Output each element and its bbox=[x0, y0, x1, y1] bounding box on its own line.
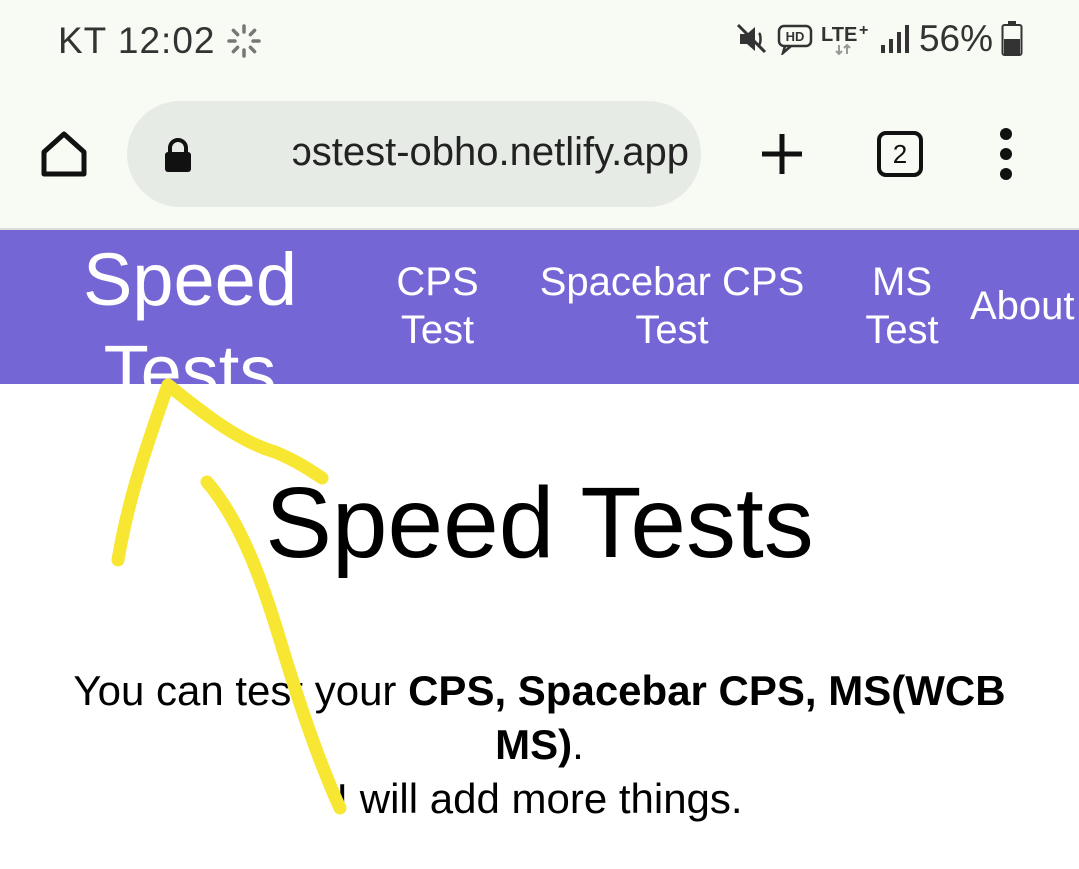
nav-spacebar-cps-test[interactable]: Spacebar CPS Test bbox=[536, 258, 808, 354]
hd-voice-icon: HD bbox=[777, 24, 813, 55]
lock-icon bbox=[165, 138, 191, 172]
status-time: KT 12:02 bbox=[58, 20, 216, 61]
plus-icon[interactable] bbox=[756, 128, 808, 180]
intro-suffix: . bbox=[572, 721, 584, 768]
mute-icon bbox=[736, 23, 766, 54]
browser-toolbar: ɔstest-obho.netlify.app 2 bbox=[0, 82, 1079, 230]
status-bar: KT 12:02 HD LTE + 56% bbox=[0, 0, 1079, 82]
more-vert-icon[interactable] bbox=[992, 126, 1020, 182]
brand-link[interactable]: Speed Tests bbox=[70, 234, 310, 418]
sync-icon bbox=[227, 24, 261, 58]
signal-icon bbox=[880, 25, 909, 53]
intro-prefix: You can test your bbox=[73, 667, 409, 714]
intro-text: You can test your CPS, Spacebar CPS, MS(… bbox=[30, 664, 1049, 826]
intro-bold: CPS, Spacebar CPS, MS(WCB MS) bbox=[408, 667, 1006, 768]
lte-plus-icon: LTE + bbox=[821, 22, 868, 56]
tab-count: 2 bbox=[892, 138, 908, 169]
intro-line2: I will add more things. bbox=[336, 775, 743, 822]
page-title: Speed Tests bbox=[265, 467, 814, 579]
url-text: ɔstest-obho.netlify.app bbox=[291, 130, 689, 174]
tabs-icon[interactable]: 2 bbox=[877, 131, 923, 177]
nav-about[interactable]: About bbox=[970, 282, 1079, 330]
address-bar[interactable]: ɔstest-obho.netlify.app bbox=[127, 101, 701, 207]
svg-text:HD: HD bbox=[786, 29, 805, 44]
nav-cps-test[interactable]: CPS Test bbox=[390, 258, 485, 354]
site-nav: Speed Tests CPS Test Spacebar CPS Test M… bbox=[0, 230, 1079, 413]
battery-icon bbox=[1001, 21, 1023, 56]
home-icon[interactable] bbox=[38, 128, 90, 180]
nav-ms-test[interactable]: MS Test bbox=[858, 258, 946, 354]
battery-percent: 56% bbox=[918, 18, 993, 59]
svg-text:LTE: LTE bbox=[821, 24, 857, 46]
svg-text:+: + bbox=[859, 22, 868, 39]
